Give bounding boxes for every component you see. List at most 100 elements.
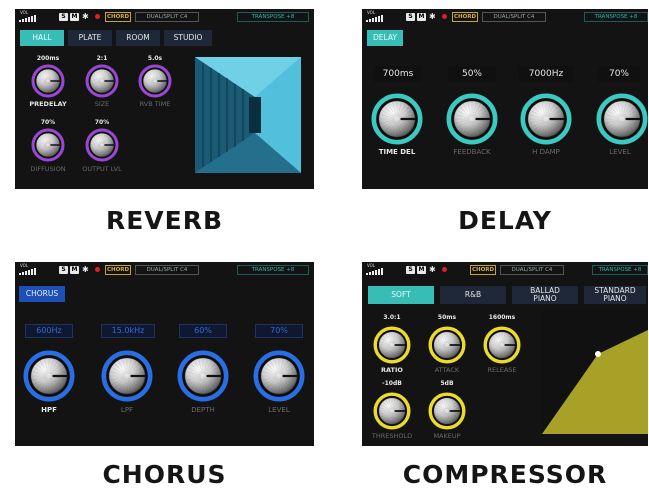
delay-caption: DELAY: [458, 206, 552, 235]
transpose-indicator[interactable]: TRANSPOSE +8: [237, 12, 309, 22]
split-indicator[interactable]: DUAL/SPLIT C4: [135, 265, 199, 275]
status-bar: VOL S M ✱ CHORD DUAL/SPLIT C4 TRANSPOSE …: [362, 262, 648, 278]
lpf-label: LPF: [120, 406, 134, 414]
volume-meter-icon[interactable]: [19, 15, 47, 22]
reverb-caption: REVERB: [105, 206, 224, 235]
ratio-label: RATIO: [381, 366, 403, 374]
makeup-label: MAKEUP: [433, 432, 461, 440]
level-label: LEVEL: [609, 148, 631, 156]
tab-studio[interactable]: STUDIO: [164, 30, 212, 46]
m-chip[interactable]: M: [417, 266, 426, 274]
transpose-indicator[interactable]: TRANSPOSE +8: [237, 265, 309, 275]
feedback-knob[interactable]: [446, 93, 498, 145]
tab-rnb[interactable]: R&B: [440, 286, 506, 304]
tab-chorus[interactable]: CHORUS: [19, 286, 65, 302]
output-lvl-value: 70%: [94, 119, 110, 126]
s-chip[interactable]: S: [406, 13, 415, 21]
depth-value: 60%: [179, 324, 227, 338]
delay-screen: VOL S M ✱ CHORD DUAL/SPLIT C4 TRANSPOSE …: [362, 9, 648, 189]
tab-plate[interactable]: PLATE: [68, 30, 112, 46]
bluetooth-icon[interactable]: ✱: [429, 265, 436, 274]
makeup-knob[interactable]: [428, 392, 466, 430]
rvb-time-knob[interactable]: [138, 64, 172, 98]
record-icon[interactable]: [442, 14, 447, 19]
predelay-value: 200ms: [36, 55, 60, 62]
depth-label: DEPTH: [191, 406, 215, 414]
release-knob[interactable]: [483, 326, 521, 364]
h-damp-knob[interactable]: [520, 93, 572, 145]
chorus-level-label: LEVEL: [268, 406, 290, 414]
lpf-knob[interactable]: [101, 350, 153, 402]
tab-soft[interactable]: SOFT: [368, 286, 434, 304]
level-knob[interactable]: [596, 93, 648, 145]
chord-button[interactable]: CHORD: [105, 12, 131, 22]
chorus-screen: VOL S M ✱ CHORD DUAL/SPLIT C4 TRANSPOSE …: [15, 262, 314, 446]
attack-knob[interactable]: [428, 326, 466, 364]
split-indicator[interactable]: DUAL/SPLIT C4: [482, 12, 546, 22]
threshold-value: -10dB: [382, 380, 402, 387]
depth-knob[interactable]: [177, 350, 229, 402]
record-icon[interactable]: [95, 267, 100, 272]
h-damp-label: H DAMP: [532, 148, 560, 156]
hpf-label: HPF: [41, 406, 57, 414]
bluetooth-icon[interactable]: ✱: [82, 12, 89, 21]
threshold-point[interactable]: [595, 351, 601, 357]
release-value: 1600ms: [488, 314, 516, 321]
compressor-caption: COMPRESSOR: [402, 460, 608, 489]
time-del-knob[interactable]: [371, 93, 423, 145]
transpose-indicator[interactable]: TRANSPOSE +8: [584, 12, 648, 22]
s-chip[interactable]: S: [406, 266, 415, 274]
m-chip[interactable]: M: [417, 13, 426, 21]
chorus-level-knob[interactable]: [253, 350, 305, 402]
feedback-value: 50%: [448, 66, 496, 82]
status-bar: VOL S M ✱ CHORD DUAL/SPLIT C4 TRANSPOSE …: [362, 9, 648, 25]
level-value: 70%: [598, 66, 640, 82]
volume-meter-icon[interactable]: [19, 268, 47, 275]
output-lvl-knob[interactable]: [85, 128, 119, 162]
attack-label: ATTACK: [434, 366, 460, 374]
bluetooth-icon[interactable]: ✱: [429, 12, 436, 21]
split-indicator[interactable]: DUAL/SPLIT C4: [135, 12, 199, 22]
hpf-knob[interactable]: [23, 350, 75, 402]
chord-button[interactable]: CHORD: [452, 12, 478, 22]
record-icon[interactable]: [95, 14, 100, 19]
split-indicator[interactable]: DUAL/SPLIT C4: [500, 265, 564, 275]
volume-meter-icon[interactable]: [366, 268, 394, 275]
chord-button[interactable]: CHORD: [105, 265, 131, 275]
transpose-indicator[interactable]: TRANSPOSE +8: [592, 265, 648, 275]
size-label: SIZE: [94, 100, 110, 108]
reverb-room-visual: [195, 57, 301, 173]
bluetooth-icon[interactable]: ✱: [82, 265, 89, 274]
diffusion-label: DIFFUSION: [30, 165, 66, 173]
makeup-value: 5dB: [440, 380, 454, 387]
release-label: RELEASE: [487, 366, 517, 374]
compression-curve-graph[interactable]: [542, 310, 648, 434]
record-icon[interactable]: [442, 267, 447, 272]
m-chip[interactable]: M: [70, 13, 79, 21]
tab-room[interactable]: ROOM: [116, 30, 160, 46]
feedback-label: FEEDBACK: [453, 148, 491, 156]
m-chip[interactable]: M: [70, 266, 79, 274]
predelay-label: PREDELAY: [29, 100, 67, 108]
chorus-caption: CHORUS: [102, 460, 227, 489]
tab-ballad-piano[interactable]: BALLAD PIANO: [512, 286, 578, 304]
tab-delay[interactable]: DELAY: [367, 30, 403, 46]
chord-button[interactable]: CHORD: [470, 265, 496, 275]
hpf-value: 600Hz: [25, 324, 73, 338]
size-knob[interactable]: [85, 64, 119, 98]
threshold-knob[interactable]: [373, 392, 411, 430]
status-bar: VOL S M ✱ CHORD DUAL/SPLIT C4 TRANSPOSE …: [15, 262, 314, 278]
predelay-knob[interactable]: [31, 64, 65, 98]
s-chip[interactable]: S: [59, 13, 68, 21]
tab-hall[interactable]: HALL: [20, 30, 64, 46]
s-chip[interactable]: S: [59, 266, 68, 274]
tab-standard-piano[interactable]: STANDARD PIANO: [584, 286, 646, 304]
volume-meter-icon[interactable]: [366, 15, 394, 22]
attack-value: 50ms: [437, 314, 457, 321]
rvb-time-label: RVB TIME: [139, 100, 171, 108]
rvb-time-value: 5.0s: [147, 55, 163, 62]
diffusion-knob[interactable]: [31, 128, 65, 162]
chorus-level-value: 70%: [255, 324, 303, 338]
diffusion-value: 70%: [40, 119, 56, 126]
ratio-knob[interactable]: [373, 326, 411, 364]
